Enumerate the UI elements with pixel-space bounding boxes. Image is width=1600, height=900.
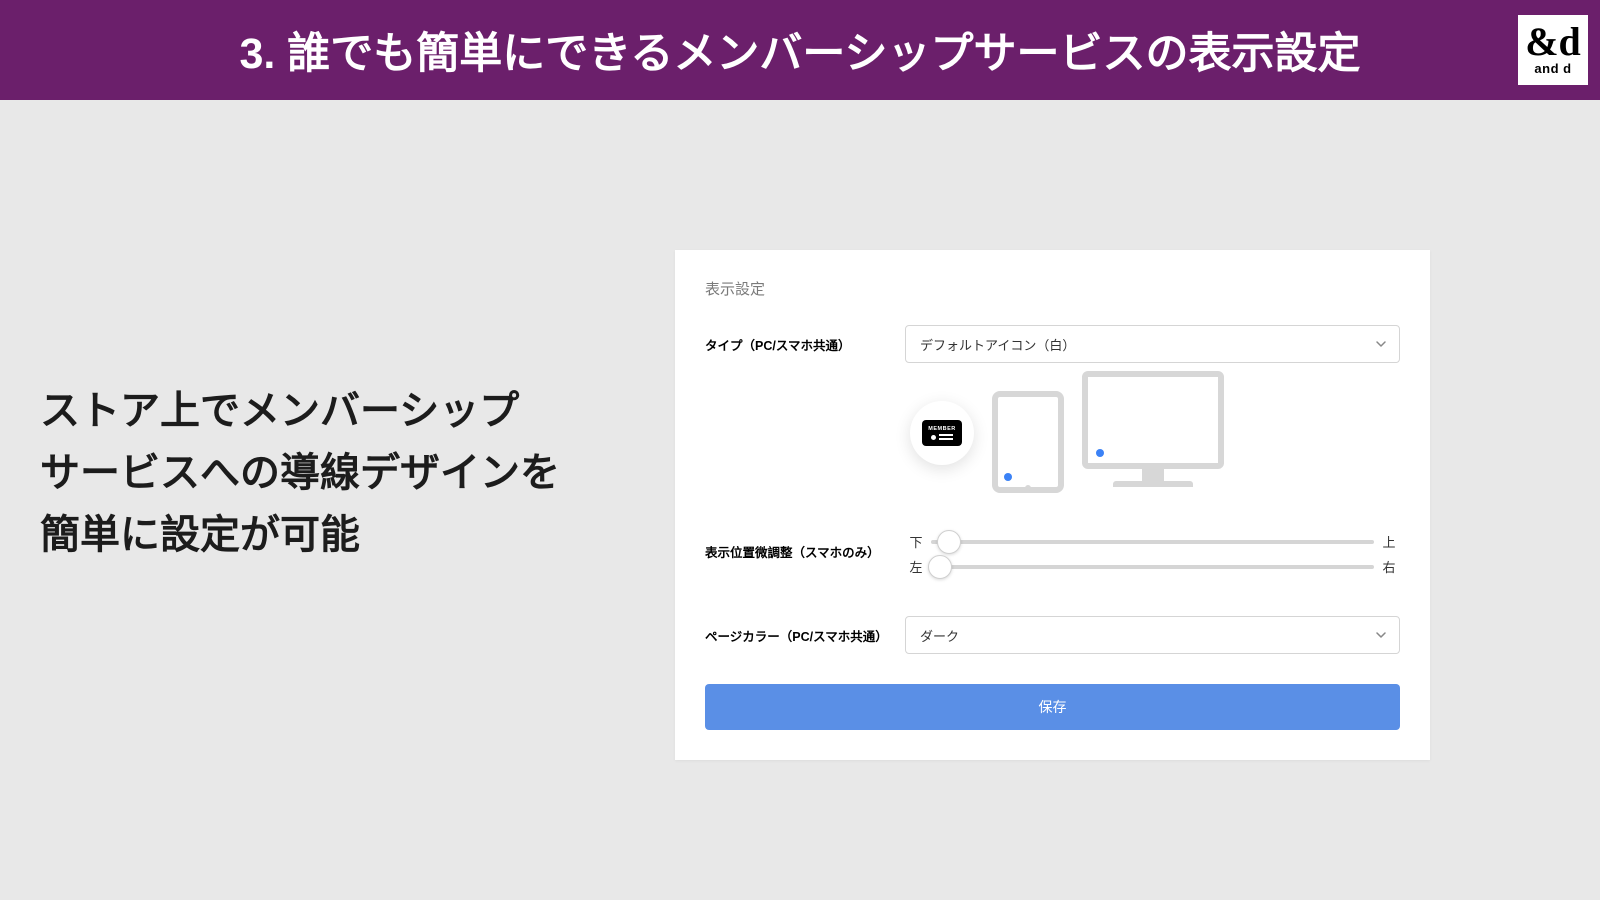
chevron-down-icon (1375, 629, 1387, 641)
slider-track[interactable] (931, 565, 1374, 569)
type-preview: MEMBER (905, 363, 1400, 493)
page-color-select-value: ダーク (920, 626, 959, 645)
panel-title: 表示設定 (705, 278, 1400, 299)
description-line: サービスへの導線デザインを (40, 442, 560, 504)
page-color-label: ページカラー（PC/スマホ共通） (705, 616, 905, 645)
slider-end-label: 右 (1378, 557, 1400, 576)
type-select-value: デフォルトアイコン（白） (920, 335, 1075, 354)
slider-thumb[interactable] (937, 530, 961, 554)
member-badge-text: MEMBER (928, 426, 955, 432)
position-indicator-dot (1004, 473, 1012, 481)
slider-end-label: 上 (1378, 532, 1400, 551)
monitor-icon (1082, 371, 1224, 469)
slide-title: 3. 誰でも簡単にできるメンバーシップサービスの表示設定 (239, 19, 1360, 81)
save-button-label: 保存 (1039, 697, 1067, 717)
save-button[interactable]: 保存 (705, 684, 1400, 730)
position-row: 表示位置微調整（スマホのみ） 下 上 左 右 (705, 532, 1400, 576)
page-color-row: ページカラー（PC/スマホ共通） ダーク (705, 616, 1400, 654)
brand-logo-text: and d (1534, 61, 1571, 76)
vertical-position-slider[interactable]: 下 上 (905, 532, 1400, 551)
description-line: 簡単に設定が可能 (40, 504, 560, 566)
slider-start-label: 下 (905, 532, 927, 551)
page-color-select[interactable]: ダーク (905, 616, 1400, 654)
slider-start-label: 左 (905, 557, 927, 576)
slider-thumb[interactable] (928, 555, 952, 579)
position-label: 表示位置微調整（スマホのみ） (705, 532, 905, 561)
type-row: タイプ（PC/スマホ共通） デフォルトアイコン（白） MEMBER (705, 325, 1400, 518)
brand-logo: &d and d (1518, 15, 1588, 85)
member-badge-preview: MEMBER (910, 401, 974, 465)
member-badge-icon: MEMBER (922, 420, 962, 446)
settings-panel: 表示設定 タイプ（PC/スマホ共通） デフォルトアイコン（白） MEMBER (675, 250, 1430, 760)
tablet-icon (992, 391, 1064, 493)
slide-header: 3. 誰でも簡単にできるメンバーシップサービスの表示設定 &d and d (0, 0, 1600, 100)
brand-logo-mark: &d (1525, 25, 1581, 59)
slider-track[interactable] (931, 540, 1374, 544)
position-indicator-dot (1096, 449, 1104, 457)
type-label: タイプ（PC/スマホ共通） (705, 325, 905, 354)
chevron-down-icon (1375, 338, 1387, 350)
description-text: ストア上でメンバーシップ サービスへの導線デザインを 簡単に設定が可能 (40, 380, 560, 566)
description-line: ストア上でメンバーシップ (40, 380, 560, 442)
horizontal-position-slider[interactable]: 左 右 (905, 557, 1400, 576)
type-select[interactable]: デフォルトアイコン（白） (905, 325, 1400, 363)
